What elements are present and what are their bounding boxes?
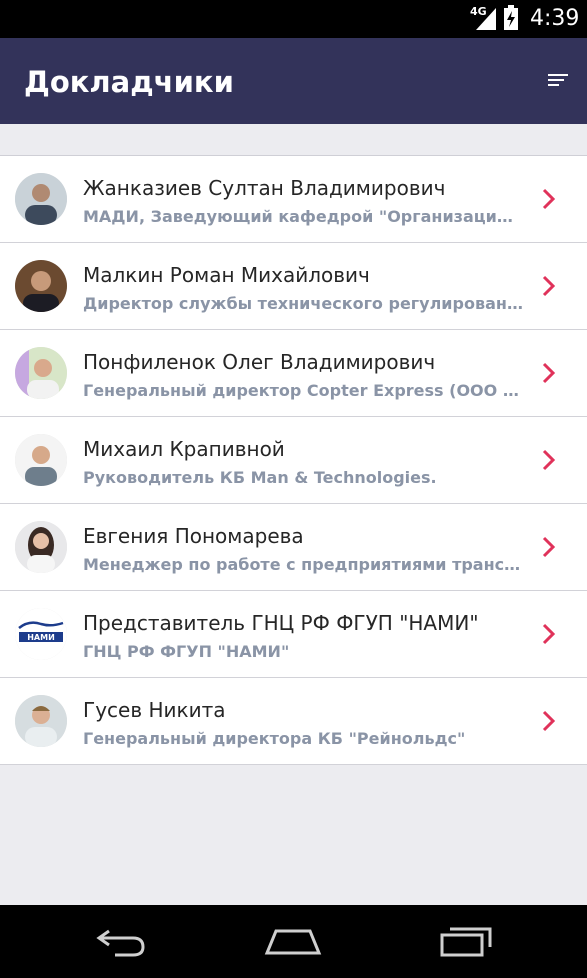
speaker-row[interactable]: Евгения Пономарева Менеджер по работе с … xyxy=(0,504,587,591)
chevron-right-icon xyxy=(542,536,556,558)
speaker-row[interactable]: Михаил Крапивной Руководитель КБ Man & T… xyxy=(0,417,587,504)
speaker-name: Михаил Крапивной xyxy=(83,437,285,461)
speaker-row[interactable]: НАМИ Представитель ГНЦ РФ ФГУП "НАМИ" ГН… xyxy=(0,591,587,678)
speaker-subtitle: Генеральный директора КБ "Рейнольдс" xyxy=(83,729,466,748)
status-bar: 4G 4:39 xyxy=(0,0,587,38)
speaker-subtitle: ГНЦ РФ ФГУП "НАМИ" xyxy=(83,642,290,661)
speaker-subtitle: Директор службы технического регулирован… xyxy=(83,294,523,313)
chevron-right-icon xyxy=(542,188,556,210)
navigation-bar xyxy=(0,905,587,978)
network-type: 4G xyxy=(470,5,487,18)
status-time: 4:39 xyxy=(530,6,580,31)
nami-logo: НАМИ xyxy=(15,608,67,660)
avatar xyxy=(15,347,67,399)
avatar xyxy=(15,434,67,486)
home-icon[interactable] xyxy=(264,923,322,959)
logo-text: НАМИ xyxy=(27,633,55,642)
speaker-row[interactable]: Гусев Никита Генеральный директора КБ "Р… xyxy=(0,678,587,765)
speaker-row[interactable]: Малкин Роман Михайлович Директор службы … xyxy=(0,243,587,330)
page-title: Докладчики xyxy=(24,65,234,99)
back-icon[interactable] xyxy=(95,923,149,959)
speaker-name: Понфиленок Олег Владимирович xyxy=(83,350,436,374)
chevron-right-icon xyxy=(542,710,556,732)
speaker-row[interactable]: Жанказиев Султан Владимирович МАДИ, Заве… xyxy=(0,156,587,243)
avatar xyxy=(15,260,67,312)
avatar xyxy=(15,521,67,573)
speaker-subtitle: МАДИ, Заведующий кафедрой "Организация и… xyxy=(83,207,523,226)
chevron-right-icon xyxy=(542,449,556,471)
speaker-name: Жанказиев Султан Владимирович xyxy=(83,176,446,200)
speaker-subtitle: Генеральный директор Copter Express (ООО… xyxy=(83,381,523,400)
speaker-name: Гусев Никита xyxy=(83,698,226,722)
app-bar: Докладчики xyxy=(0,38,587,124)
chevron-right-icon xyxy=(542,275,556,297)
speaker-subtitle: Менеджер по работе с предприятиями транс… xyxy=(83,555,523,574)
battery-charging-icon xyxy=(504,5,518,30)
recents-icon[interactable] xyxy=(438,923,494,959)
chevron-right-icon xyxy=(542,362,556,384)
avatar xyxy=(15,173,67,225)
speaker-list: Жанказиев Султан Владимирович МАДИ, Заве… xyxy=(0,155,587,765)
chevron-right-icon xyxy=(542,623,556,645)
sort-icon[interactable] xyxy=(540,68,570,94)
speaker-name: Представитель ГНЦ РФ ФГУП "НАМИ" xyxy=(83,611,479,635)
avatar xyxy=(15,695,67,747)
speaker-name: Евгения Пономарева xyxy=(83,524,304,548)
speaker-subtitle: Руководитель КБ Man & Technologies. xyxy=(83,468,437,487)
speaker-name: Малкин Роман Михайлович xyxy=(83,263,370,287)
speaker-row[interactable]: Понфиленок Олег Владимирович Генеральный… xyxy=(0,330,587,417)
